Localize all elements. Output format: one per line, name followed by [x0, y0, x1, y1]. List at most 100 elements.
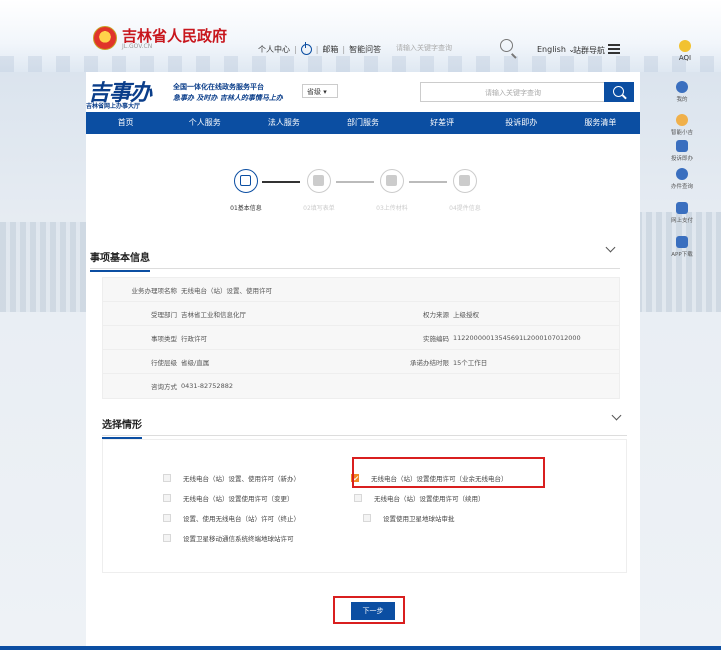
user-icon: [676, 81, 688, 93]
option-label: 设置、使用无线电台（站）许可（终止）: [183, 515, 300, 523]
sidebar-item-mine[interactable]: 我的: [662, 81, 702, 103]
sidebar-item-label: 智能小吉: [670, 130, 693, 136]
menu-icon[interactable]: [608, 44, 620, 54]
header-search-input[interactable]: 请输入关键字查询: [420, 82, 606, 102]
top-link-mailbox[interactable]: 邮箱: [322, 44, 338, 55]
info-value: 11220000013545691L2000107012000: [453, 333, 581, 342]
top-link-smart-qa[interactable]: 智能问答: [349, 44, 381, 55]
situation-option[interactable]: 设置、使用无线电台（站）许可（终止）: [163, 513, 300, 523]
site-header: 吉事办 吉林省网上办事大厅 全国一体化在线政务服务平台 急事办 及时办 吉林人的…: [86, 72, 640, 112]
checkbox[interactable]: [363, 514, 371, 522]
search-icon[interactable]: [500, 39, 513, 52]
step-2-icon: [307, 169, 331, 193]
option-label: 设置卫星移动通信系统终端地球站许可: [183, 535, 294, 543]
info-cell: 事项类型 行政许可: [103, 333, 361, 343]
nav-service-list[interactable]: 服务清单: [561, 112, 640, 134]
situation-option[interactable]: 设置卫星移动通信系统终端地球站许可: [163, 533, 294, 543]
nav-rating[interactable]: 好差评: [403, 112, 482, 134]
situation-option[interactable]: 设置使用卫星地球站审批: [363, 513, 455, 523]
complaint-icon: [676, 140, 688, 152]
checkbox[interactable]: [354, 494, 362, 502]
language-label: English: [537, 45, 566, 54]
info-value: 省级/直属: [181, 358, 210, 367]
info-cell: 承诺办结时限 15个工作日: [361, 357, 619, 367]
checkbox[interactable]: [163, 534, 171, 542]
divider: [102, 435, 627, 436]
national-emblem-icon: [93, 26, 117, 50]
site-nav-link[interactable]: 站群导航: [573, 45, 605, 56]
table-row: 行使层级 省级/直属 承诺办结时限 15个工作日: [103, 350, 619, 374]
info-label: 事项类型: [151, 334, 177, 343]
sidebar-item-query[interactable]: 办件查询: [662, 168, 702, 190]
nav-home[interactable]: 首页: [86, 112, 165, 134]
top-link-personal-center[interactable]: 个人中心: [258, 44, 290, 55]
nav-department-service[interactable]: 部门服务: [323, 112, 402, 134]
situation-option[interactable]: 无线电台（站）设置使用许可（续用）: [354, 493, 485, 503]
progress-steps: 01基本信息 02填写表单 03上传材料 04提件信息: [86, 169, 640, 212]
step-1-icon: [234, 169, 258, 193]
step-connector: [262, 181, 300, 183]
divider: |: [294, 45, 297, 54]
situation-option[interactable]: 无线电台（站）设置、使用许可（新办）: [163, 473, 300, 483]
weather-sun-icon: [679, 40, 691, 52]
info-label: 行使层级: [151, 358, 177, 367]
info-label: 实施编码: [423, 334, 449, 343]
step-3-label: 03上传材料: [376, 205, 408, 212]
info-label: 咨询方式: [151, 383, 177, 391]
sidebar-item-payment[interactable]: 网上支付: [662, 202, 702, 224]
basic-info-table: 业务办理项名称 无线电台（站）设置、使用许可 受理部门 吉林省工业和信息化厅 权…: [102, 277, 620, 399]
power-icon[interactable]: [300, 42, 312, 55]
info-value: 行政许可: [181, 334, 207, 343]
nav-complaint[interactable]: 投诉即办: [482, 112, 561, 134]
sidebar-item-app[interactable]: APP下载: [662, 236, 702, 258]
info-value: 0431-82752882: [181, 382, 233, 390]
step-connector: [336, 181, 374, 183]
checkbox[interactable]: [163, 474, 171, 482]
option-label: 设置使用卫星地球站审批: [383, 515, 455, 523]
sidebar-item-label: 投诉即办: [670, 156, 693, 162]
header-search-button[interactable]: [604, 82, 634, 102]
info-label: 承诺办结时限: [410, 358, 449, 367]
step-4-label: 04提件信息: [449, 205, 481, 212]
checkbox[interactable]: [163, 494, 171, 502]
table-row: 业务办理项名称 无线电台（站）设置、使用许可: [103, 278, 619, 302]
situation-option[interactable]: 无线电台（站）设置使用许可（变更）: [163, 493, 294, 503]
option-label: 无线电台（站）设置使用许可（变更）: [183, 495, 294, 503]
nav-personal-service[interactable]: 个人服务: [165, 112, 244, 134]
sidebar-item-label: 我的: [676, 97, 688, 103]
gov-subtitle: JL.GOV.CN: [122, 43, 153, 50]
assistant-icon: [676, 114, 688, 126]
aqi-label: AQI: [678, 54, 692, 62]
nav-legal-service[interactable]: 法人服务: [244, 112, 323, 134]
sidebar-item-assistant[interactable]: 智能小吉: [662, 114, 702, 136]
search-document-icon: [676, 168, 688, 180]
table-row: 受理部门 吉林省工业和信息化厅 权力来源 上级授权: [103, 302, 619, 326]
step-1-label: 01基本信息: [230, 205, 262, 212]
chevron-down-icon[interactable]: [605, 242, 616, 253]
highlight-box-next: [333, 596, 405, 624]
info-label: 业务办理项名称: [131, 286, 178, 295]
aqi-widget[interactable]: AQI: [671, 40, 699, 62]
divider: |: [315, 45, 319, 54]
table-row: 事项类型 行政许可 实施编码 11220000013545691L2000107…: [103, 326, 619, 350]
main-nav: 首页 个人服务 法人服务 部门服务 好差评 投诉即办 服务清单: [86, 112, 640, 134]
slogan-line-2: 急事办 及时办 吉林人的事情马上办: [173, 94, 283, 102]
info-value: 上级授权: [453, 310, 479, 319]
info-cell: 权力来源 上级授权: [361, 309, 619, 319]
region-select[interactable]: 省级 ▾: [302, 84, 338, 98]
language-switch[interactable]: English ⌄: [537, 45, 575, 54]
payment-icon: [676, 202, 688, 214]
sidebar-item-complaint[interactable]: 投诉即办: [662, 140, 702, 162]
top-links: 个人中心 | | 邮箱 | 智能问答: [258, 42, 381, 55]
divider: [90, 268, 620, 269]
checkbox[interactable]: [163, 514, 171, 522]
sidebar-item-label: APP下载: [671, 252, 693, 258]
chevron-down-icon[interactable]: [611, 410, 622, 421]
info-value: 15个工作日: [453, 358, 488, 367]
info-label: 受理部门: [151, 310, 177, 319]
slogan-line-1: 全国一体化在线政务服务平台: [173, 83, 264, 91]
info-cell: 行使层级 省级/直属: [103, 357, 361, 367]
step-3-icon: [380, 169, 404, 193]
highlight-box-option: [352, 457, 545, 488]
info-value: 吉林省工业和信息化厅: [181, 310, 246, 319]
